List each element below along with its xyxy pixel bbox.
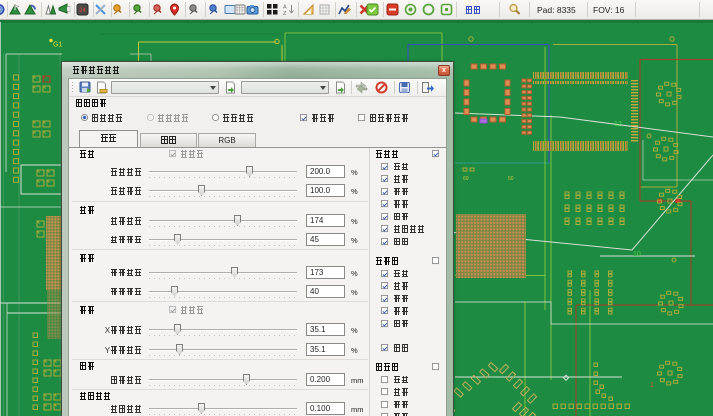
svg-text:12: 12	[614, 121, 622, 128]
svg-text:Z: Z	[283, 11, 287, 16]
svg-text:1: 1	[650, 382, 654, 389]
svg-text:10: 10	[633, 251, 641, 258]
svg-text:G1: G1	[53, 42, 62, 49]
svg-text:24: 24	[79, 8, 86, 14]
svg-text:A: A	[283, 5, 287, 11]
svg-text:50: 50	[508, 176, 514, 182]
svg-text:60: 60	[463, 176, 469, 182]
